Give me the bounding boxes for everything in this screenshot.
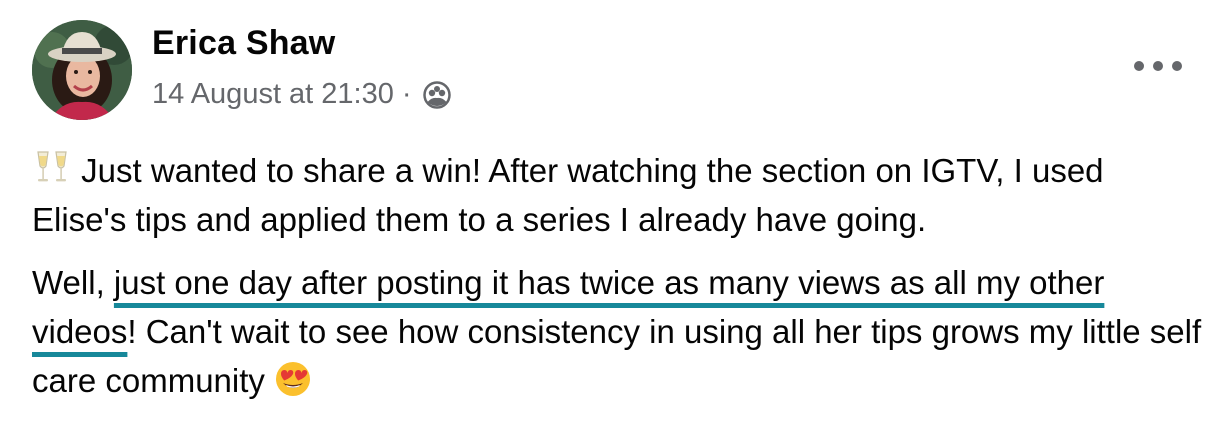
post-paragraph-1-text: Just wanted to share a win! After watchi… — [32, 152, 1104, 238]
facebook-post: Erica Shaw 14 August at 21:30 · Just wan… — [0, 0, 1224, 424]
post-meta: 14 August at 21:30 · — [152, 78, 452, 111]
meta-separator: · — [401, 78, 412, 110]
profile-photo — [32, 20, 132, 120]
post-body: Just wanted to share a win! After watchi… — [32, 146, 1202, 405]
post-paragraph-1: Just wanted to share a win! After watchi… — [32, 146, 1202, 244]
more-options-icon[interactable] — [1134, 52, 1182, 80]
post-paragraph-2-post: ! Can't wait to see how consistency in u… — [32, 313, 1202, 399]
post-paragraph-2: Well, just one day after posting it has … — [32, 258, 1202, 405]
heart-eyes-emoji — [276, 362, 311, 396]
champagne-glasses-emoji — [37, 151, 67, 182]
group-members-icon[interactable] — [422, 80, 452, 110]
avatar[interactable] — [32, 20, 132, 120]
author-name[interactable]: Erica Shaw — [152, 24, 335, 63]
post-timestamp[interactable]: 14 August at 21:30 — [152, 78, 394, 111]
post-paragraph-2-pre: Well, — [32, 264, 114, 301]
